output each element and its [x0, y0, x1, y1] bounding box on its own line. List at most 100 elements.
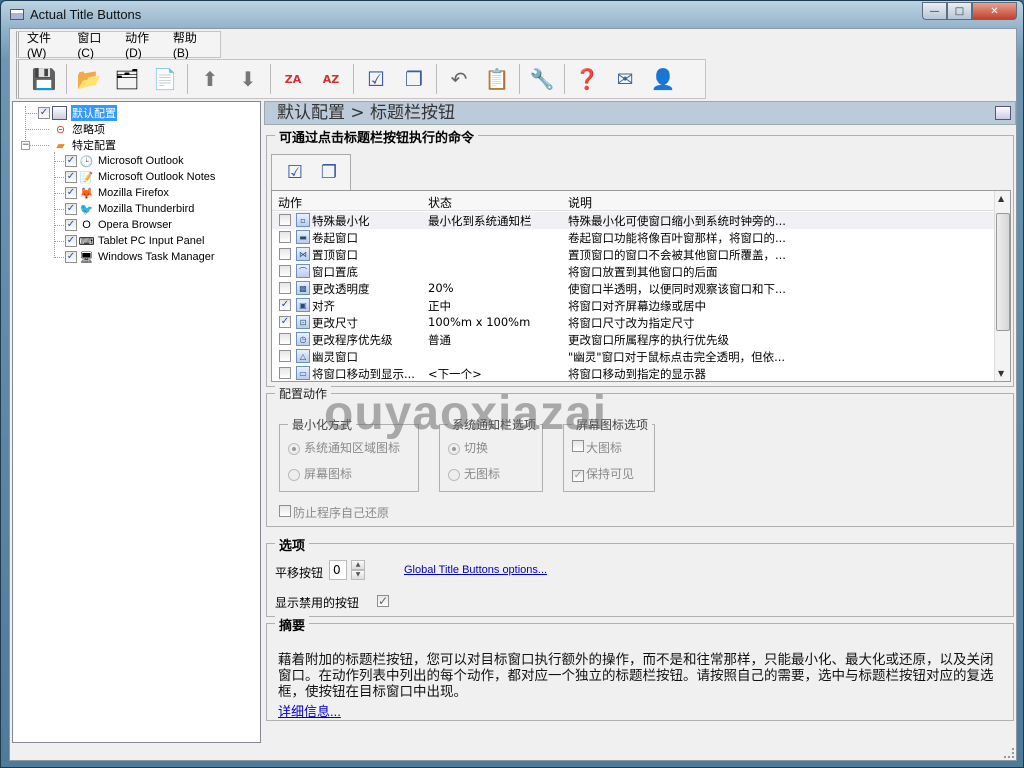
command-row[interactable]: ✓ ⊡ 更改尺寸 100%m x 100%m 将窗口尺寸改为指定尺寸 — [272, 314, 995, 331]
command-row[interactable]: ▫ 特殊最小化 最小化到系统通知栏 特殊最小化可使窗口缩小到系统时钟旁的... — [272, 212, 995, 229]
mail-button[interactable]: ✉ — [609, 63, 641, 95]
tree-checkbox[interactable]: ✓ — [65, 155, 77, 167]
radio-no-icon[interactable]: 无图标 — [448, 465, 500, 482]
scroll-down-icon[interactable]: ▼ — [998, 369, 1004, 378]
command-row[interactable]: ▩ 更改透明度 20% 使窗口半透明，以便同时观察该窗口和下... — [272, 280, 995, 297]
column-header-status[interactable]: 状态 — [428, 194, 452, 211]
tree-checkbox[interactable]: ✓ — [38, 107, 50, 119]
undo-button[interactable]: ↶ — [443, 63, 475, 95]
list-scrollbar[interactable]: ▲ ▼ — [994, 191, 1010, 381]
tree-item-app[interactable]: ✓ 🕒 Microsoft Outlook — [65, 153, 184, 169]
command-checkbox[interactable] — [279, 248, 291, 260]
remove-window-button[interactable]: 🗂 — [111, 63, 143, 95]
command-row[interactable]: ⋈ 置顶窗口 置顶窗口的窗口不会被其他窗口所覆盖，... — [272, 246, 995, 263]
tree-checkbox[interactable]: ✓ — [65, 251, 77, 263]
app-icon — [10, 8, 24, 20]
command-row[interactable]: ▬ 卷起窗口 卷起窗口功能将像百叶窗那样，将窗口的... — [272, 229, 995, 246]
stepper-down-icon[interactable]: ▼ — [351, 570, 365, 580]
check-all-commands-button[interactable]: ☑ — [281, 159, 309, 187]
column-header-description[interactable]: 说明 — [568, 194, 592, 211]
tree-checkbox[interactable]: ✓ — [65, 171, 77, 183]
add-window-button[interactable]: 📂 — [73, 63, 105, 95]
tree-checkbox[interactable]: ✓ — [65, 187, 77, 199]
tree-item-app[interactable]: ✓ 🦊 Mozilla Firefox — [65, 185, 169, 201]
command-checkbox[interactable] — [279, 350, 291, 362]
command-checkbox[interactable] — [279, 231, 291, 243]
radio-toggle[interactable]: 切换 — [448, 439, 488, 456]
show-disabled-checkbox[interactable]: ✓ — [377, 595, 389, 607]
tree-item-specific-config[interactable]: ▰ 特定配置 — [53, 137, 116, 153]
tree-item-app[interactable]: ✓ 🐦 Mozilla Thunderbird — [65, 201, 194, 217]
command-icon: △ — [296, 349, 310, 363]
windows-button[interactable]: ❐ — [398, 63, 430, 95]
radio-screen-icon[interactable]: 屏幕图标 — [288, 465, 352, 482]
command-checkbox[interactable] — [279, 367, 291, 379]
command-row[interactable]: ⌒ 窗口置底 将窗口放置到其他窗口的后面 — [272, 263, 995, 280]
tree-item-app[interactable]: ✓ ⌨ Tablet PC Input Panel — [65, 233, 204, 249]
menu-window[interactable]: 窗口(C) — [77, 29, 116, 60]
tree-item-label: Tablet PC Input Panel — [98, 235, 205, 247]
settings-button[interactable]: 🔧 — [526, 63, 558, 95]
stepper-up-icon[interactable]: ▲ — [351, 560, 365, 570]
command-checkbox[interactable] — [279, 214, 291, 226]
column-header-action[interactable]: 动作 — [278, 194, 302, 211]
collapse-toggle[interactable]: − — [21, 141, 30, 150]
resize-grip[interactable] — [1004, 748, 1014, 758]
radio-tray-icon[interactable]: 系统通知区域图标 — [288, 439, 400, 456]
command-row[interactable]: ◷ 更改程序优先级 普通 更改窗口所属程序的执行优先级 — [272, 331, 995, 348]
group-title: 屏幕图标选项 — [572, 416, 653, 433]
window-toggle-icon[interactable] — [995, 106, 1011, 120]
checkbox-large-icon[interactable]: 大图标 — [572, 439, 622, 456]
tree-item-label: Microsoft Outlook — [98, 155, 184, 167]
command-checkbox[interactable]: ✓ — [279, 316, 291, 328]
tree-item-ignore[interactable]: ⊝ 忽略项 — [53, 121, 105, 137]
menu-file[interactable]: 文件(W) — [27, 29, 68, 60]
sort-az-button[interactable]: AZ — [315, 63, 347, 95]
tree-item-app[interactable]: ✓ 📝 Microsoft Outlook Notes — [65, 169, 215, 185]
command-checkbox[interactable]: ✓ — [279, 299, 291, 311]
command-row[interactable]: ▭ 将窗口移动到显示... <下一个> 将窗口移动到指定的显示器 — [272, 365, 995, 382]
move-up-button[interactable]: ⬆ — [194, 63, 226, 95]
command-row[interactable]: ✓ ▣ 对齐 正中 将窗口对齐屏幕边缘或居中 — [272, 297, 995, 314]
tree-item-app[interactable]: ✓ O Opera Browser — [65, 217, 172, 233]
save-button[interactable]: 💾 — [28, 63, 60, 95]
menu-help[interactable]: 帮助(B) — [173, 29, 211, 60]
group-title: 系统通知栏选项 — [448, 416, 541, 433]
tree-checkbox[interactable]: ✓ — [65, 235, 77, 247]
close-button[interactable]: ✕ — [972, 2, 1017, 20]
command-checkbox[interactable] — [279, 333, 291, 345]
group-title: 最小化方式 — [288, 416, 357, 433]
support-button[interactable]: 👤 — [647, 63, 679, 95]
tree-checkbox[interactable]: ✓ — [65, 203, 77, 215]
command-action: 窗口置底 — [312, 265, 358, 279]
uncheck-all-commands-button[interactable]: ❐ — [315, 159, 343, 187]
title-bar[interactable]: Actual Title Buttons — □ ✕ — [1, 1, 1023, 27]
check-windows-button[interactable]: ☑ — [360, 63, 392, 95]
export-button[interactable]: 📋 — [481, 63, 513, 95]
check-windows-icon: ☑ — [286, 162, 304, 183]
shift-buttons-input[interactable]: 0 — [329, 560, 347, 580]
move-down-button[interactable]: ⬇ — [232, 63, 264, 95]
checkbox-keep-visible[interactable]: ✓ 保持可见 — [572, 465, 634, 482]
checkbox-prevent-restore[interactable]: 防止程序自己还原 — [279, 504, 389, 521]
scroll-thumb[interactable] — [996, 213, 1010, 331]
copy-button[interactable]: 📄 — [149, 63, 181, 95]
command-checkbox[interactable] — [279, 265, 291, 277]
menu-action[interactable]: 动作(D) — [125, 29, 164, 60]
maximize-button[interactable]: □ — [947, 2, 972, 20]
command-action: 对齐 — [312, 299, 335, 313]
minimize-button[interactable]: — — [922, 2, 947, 20]
app-icon: 🐦 — [79, 203, 94, 216]
tree-checkbox[interactable]: ✓ — [65, 219, 77, 231]
command-row[interactable]: △ 幽灵窗口 "幽灵"窗口对于鼠标点击完全透明，但依... — [272, 348, 995, 365]
tree-item-default-config[interactable]: ✓ 默认配置 — [38, 105, 117, 121]
more-info-link[interactable]: 详细信息... — [278, 701, 341, 720]
command-checkbox[interactable] — [279, 282, 291, 294]
tree-item-app[interactable]: ✓ 🖥 Windows Task Manager — [65, 249, 215, 265]
sort-za-button[interactable]: ZA — [277, 63, 309, 95]
app-icon: ⌨ — [78, 235, 95, 248]
shift-buttons-stepper[interactable]: 0 ▲ ▼ — [329, 560, 369, 580]
global-options-link[interactable]: Global Title Buttons options... — [404, 564, 547, 576]
scroll-up-icon[interactable]: ▲ — [998, 194, 1004, 203]
help-button[interactable]: ❓ — [571, 63, 603, 95]
